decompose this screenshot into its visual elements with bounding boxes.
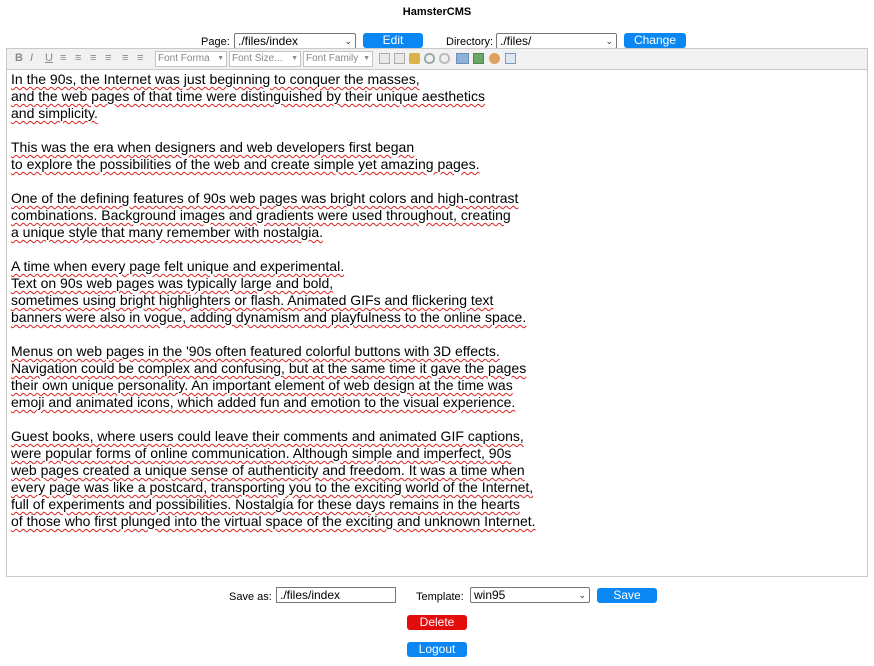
unlink-icon[interactable] — [439, 53, 450, 64]
outdent-icon[interactable] — [379, 53, 390, 64]
bold-button[interactable]: B — [15, 52, 23, 64]
editor-text-line: combinations. Background images and grad… — [11, 207, 511, 223]
chevron-down-icon: ⌄ — [344, 36, 352, 46]
directory-select-value: ./files/ — [500, 34, 532, 48]
save-as-input[interactable]: ./files/index — [276, 587, 396, 603]
logout-button[interactable]: Logout — [407, 642, 467, 657]
align-center-icon[interactable]: ≡ — [75, 52, 81, 64]
align-left-icon[interactable]: ≡ — [60, 52, 66, 64]
editor-text-line: of those who first plunged into the virt… — [11, 513, 536, 529]
editor-text-line: their own unique personality. An importa… — [11, 377, 513, 393]
editor-text-line: a unique style that many remember with n… — [11, 224, 324, 240]
editor-text-line: A time when every page felt unique and e… — [11, 258, 345, 274]
editor-text-line: full of experiments and possibilities. N… — [11, 496, 520, 512]
chevron-down-icon: ▼ — [291, 55, 298, 62]
source-code-icon[interactable] — [505, 53, 516, 64]
editor-text-line: were popular forms of online communicati… — [11, 445, 512, 461]
directory-select[interactable]: ./files/ ⌄ — [496, 33, 617, 49]
page-select-value: ./files/index — [238, 34, 299, 48]
table-icon[interactable] — [473, 53, 484, 64]
editor-text-line: banners were also in vogue, adding dynam… — [11, 309, 527, 325]
editor-toolbar: B I U ≡ ≡ ≡ ≡ ≡ ≡ Font Forma ▼ Font Size… — [7, 49, 867, 70]
font-family-placeholder: Font Family — [306, 53, 359, 64]
editor-text-line: In the 90s, the Internet was just beginn… — [11, 71, 420, 87]
editor-blank-line — [11, 326, 861, 343]
editor-text-line: One of the defining features of 90s web … — [11, 190, 519, 206]
edit-button[interactable]: Edit — [363, 33, 423, 48]
ordered-list-icon[interactable]: ≡ — [122, 52, 128, 64]
palette-icon[interactable] — [489, 53, 500, 64]
chevron-down-icon: ▼ — [363, 55, 370, 62]
save-as-label: Save as: — [229, 591, 272, 603]
page-label: Page: — [201, 36, 230, 48]
rich-text-editor: B I U ≡ ≡ ≡ ≡ ≡ ≡ Font Forma ▼ Font Size… — [6, 48, 868, 577]
chevron-down-icon: ▼ — [217, 55, 224, 62]
editor-text-line: and the web pages of that time were dist… — [11, 88, 485, 104]
underline-button[interactable]: U — [45, 52, 53, 64]
editor-text-line: This was the era when designers and web … — [11, 139, 415, 155]
page-select[interactable]: ./files/index ⌄ — [234, 33, 356, 49]
font-format-placeholder: Font Forma — [158, 53, 210, 64]
link-icon[interactable] — [424, 53, 435, 64]
delete-button[interactable]: Delete — [407, 615, 467, 630]
editor-text-line: every page was like a postcard, transpor… — [11, 479, 534, 495]
editor-blank-line — [11, 241, 861, 258]
chevron-down-icon: ⌄ — [578, 590, 586, 600]
editor-text-line: Navigation could be complex and confusin… — [11, 360, 527, 376]
editor-blank-line — [11, 122, 861, 139]
template-select-value: win95 — [474, 588, 506, 602]
align-justify-icon[interactable]: ≡ — [105, 52, 111, 64]
font-format-select[interactable]: Font Forma ▼ — [155, 51, 227, 67]
font-family-select[interactable]: Font Family ▼ — [303, 51, 373, 67]
editor-text-line: Guest books, where users could leave the… — [11, 428, 524, 444]
editor-text-line: Menus on web pages in the '90s often fea… — [11, 343, 500, 359]
app-title: HamsterCMS — [402, 6, 472, 18]
directory-label: Directory: — [446, 36, 494, 48]
indent-icon[interactable] — [394, 53, 405, 64]
template-label: Template: — [416, 591, 464, 603]
editor-blank-line — [11, 411, 861, 428]
editor-text-line: web pages created a unique sense of auth… — [11, 462, 525, 478]
editor-blank-line — [11, 173, 861, 190]
editor-content[interactable]: In the 90s, the Internet was just beginn… — [11, 71, 861, 530]
font-size-select[interactable]: Font Size... ▼ — [229, 51, 301, 67]
editor-text-line: to explore the possibilities of the web … — [11, 156, 480, 172]
align-right-icon[interactable]: ≡ — [90, 52, 96, 64]
text-color-icon[interactable] — [409, 53, 420, 64]
editor-text-line: Text on 90s web pages was typically larg… — [11, 275, 334, 291]
unordered-list-icon[interactable]: ≡ — [137, 52, 143, 64]
image-icon[interactable] — [456, 53, 469, 64]
editor-text-line: and simplicity. — [11, 105, 98, 121]
chevron-down-icon: ⌄ — [605, 36, 613, 46]
editor-text-line: sometimes using bright highlighters or f… — [11, 292, 494, 308]
save-button[interactable]: Save — [597, 588, 657, 603]
font-size-placeholder: Font Size... — [232, 53, 283, 64]
editor-text-line: emoji and animated icons, which added fu… — [11, 394, 516, 410]
italic-button[interactable]: I — [30, 52, 33, 64]
change-button[interactable]: Change — [624, 33, 686, 48]
template-select[interactable]: win95 ⌄ — [470, 587, 590, 603]
